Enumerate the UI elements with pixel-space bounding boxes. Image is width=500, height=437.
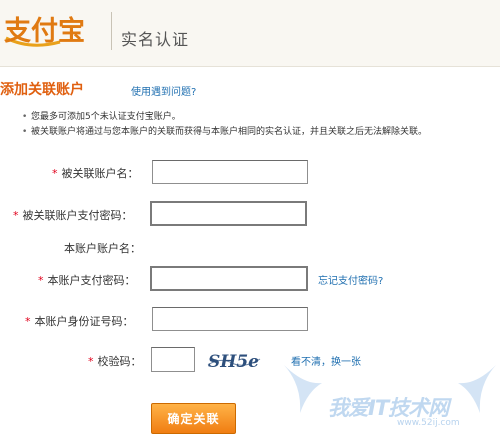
this-password-label: * 本账户支付密码： xyxy=(38,272,136,288)
tip-item: 您最多可添加5个未认证支付宝账户。 xyxy=(22,110,427,125)
svg-text:SH5e: SH5e xyxy=(208,352,259,372)
required-mark: * xyxy=(13,209,19,222)
required-mark: * xyxy=(38,274,44,287)
linked-account-label: * 被关联账户名： xyxy=(52,165,139,181)
captcha-image[interactable]: SH5e xyxy=(206,347,262,373)
linked-account-label-text: 被关联账户名： xyxy=(61,167,139,180)
section-title: 添加关联账户 xyxy=(0,82,84,98)
id-number-input[interactable] xyxy=(152,307,308,331)
required-mark: * xyxy=(88,355,94,368)
captcha-label: * 校验码： xyxy=(88,353,142,369)
id-number-label: * 本账户身份证号码： xyxy=(25,313,134,329)
svg-text:支付宝: 支付宝 xyxy=(4,15,85,47)
this-password-label-text: 本账户支付密码： xyxy=(47,274,136,287)
alipay-logo: 支付宝 xyxy=(4,15,85,47)
confirm-link-button[interactable]: 确定关联 xyxy=(151,403,236,434)
help-link[interactable]: 使用遇到问题? xyxy=(131,83,196,98)
required-mark: * xyxy=(52,167,58,180)
id-number-label-text: 本账户身份证号码： xyxy=(34,315,134,328)
this-account-label-text: 本账户账户名： xyxy=(64,242,141,255)
linked-password-label-text: 被关联账户支付密码： xyxy=(22,209,133,222)
linked-password-input[interactable] xyxy=(150,201,307,226)
this-password-input[interactable] xyxy=(150,266,308,291)
linked-password-label: * 被关联账户支付密码： xyxy=(13,207,133,223)
refresh-captcha-link[interactable]: 看不清，换一张 xyxy=(291,353,361,368)
watermark-url: www.52ij.com xyxy=(397,418,460,428)
tip-item: 被关联账户将通过与您本账户的关联而获得与本账户相同的实名认证，并且关联之后无法解… xyxy=(22,125,427,140)
tips-list: 您最多可添加5个未认证支付宝账户。 被关联账户将通过与您本账户的关联而获得与本账… xyxy=(22,110,427,140)
header-divider xyxy=(111,12,112,50)
captcha-label-text: 校验码： xyxy=(97,355,142,368)
linked-account-input[interactable] xyxy=(152,160,308,184)
page-header: 支付宝 实名认证 xyxy=(0,0,500,67)
page-title: 实名认证 xyxy=(121,30,190,49)
this-account-label: 本账户账户名： xyxy=(64,240,141,256)
required-mark: * xyxy=(25,315,31,328)
forgot-password-link[interactable]: 忘记支付密码? xyxy=(318,272,383,287)
captcha-input[interactable] xyxy=(151,347,195,372)
